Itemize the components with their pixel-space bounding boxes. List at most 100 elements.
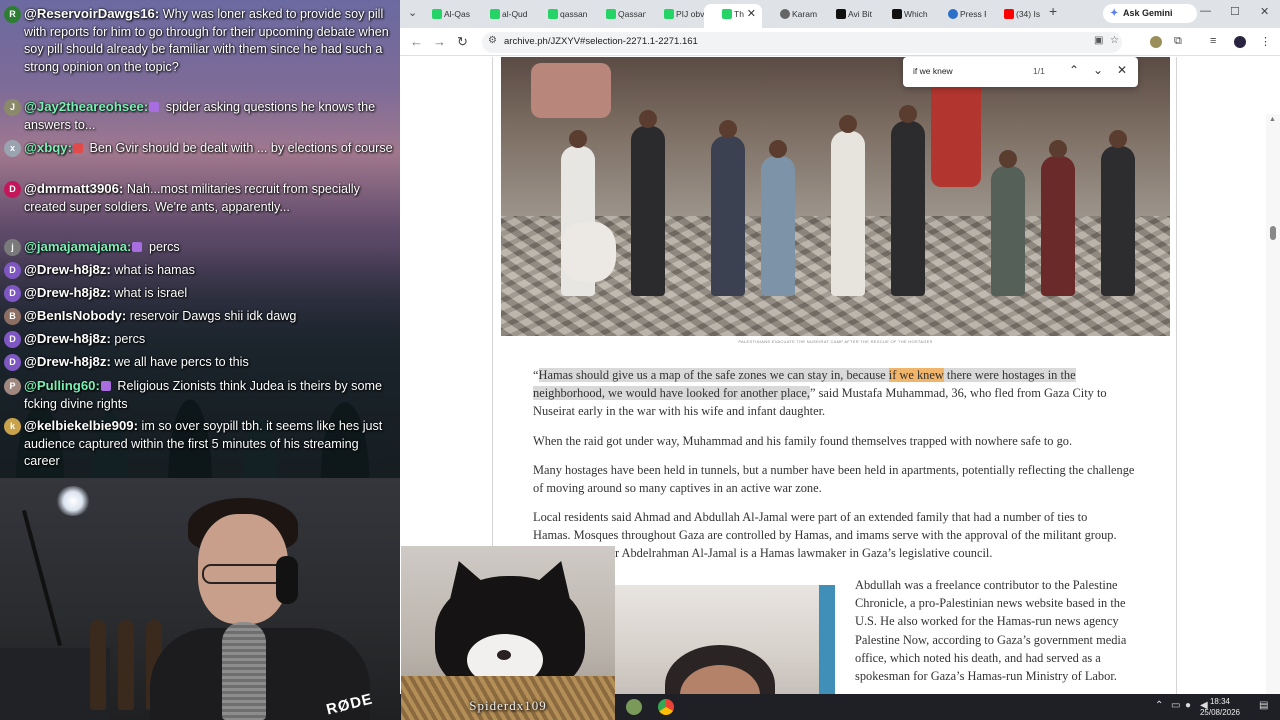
- tab[interactable]: al-Qud: [472, 4, 530, 28]
- tab-active[interactable]: Th ✕: [704, 4, 762, 28]
- app-icon[interactable]: [626, 699, 642, 715]
- profile-avatar[interactable]: [1234, 36, 1246, 48]
- url-bar[interactable]: ⚙ archive.ph/JZXYV#selection-2271.1-2271…: [482, 32, 1122, 53]
- chat-username: @Jay2theareohsee:: [24, 99, 149, 114]
- network-icon[interactable]: ▭: [1171, 700, 1180, 711]
- find-input[interactable]: if we knew: [913, 66, 953, 76]
- tray-chevron-icon[interactable]: ⌃: [1155, 700, 1163, 711]
- close-window-icon[interactable]: ✕: [1260, 5, 1269, 18]
- chrome-icon[interactable]: [658, 699, 674, 715]
- bookmark-star-icon[interactable]: ☆: [1110, 35, 1119, 46]
- chat-text: percs: [114, 332, 146, 346]
- url-text[interactable]: archive.ph/JZXYV#selection-2271.1-2271.1…: [504, 36, 698, 47]
- whatsapp-icon: [432, 9, 442, 19]
- chat-text: what is hamas: [114, 263, 195, 277]
- tab[interactable]: Qassan: [588, 4, 646, 28]
- find-match-highlight[interactable]: if we knew: [888, 368, 944, 382]
- maximize-icon[interactable]: ☐: [1230, 5, 1240, 18]
- lamp-arm: [21, 509, 63, 647]
- chat-username: @Pulling60:: [24, 378, 100, 393]
- avatar: R: [4, 6, 21, 23]
- red-blanket: [931, 77, 981, 187]
- glasses: [202, 564, 286, 584]
- microphone-icon[interactable]: ●: [1185, 700, 1191, 711]
- extension-icon[interactable]: [1150, 36, 1162, 48]
- tab-label: Qassan: [618, 9, 646, 19]
- new-tab-plus-icon[interactable]: +: [1049, 3, 1057, 19]
- notification-icon[interactable]: ▤: [1259, 700, 1268, 711]
- extensions-puzzle-icon[interactable]: ⧉: [1174, 35, 1182, 48]
- back-icon[interactable]: ←: [410, 34, 423, 49]
- tab-label: Avi Bit: [848, 9, 872, 19]
- paragraph-line: Hamas. Mosques throughout Gaza are contr…: [533, 528, 1117, 543]
- person: [761, 140, 795, 296]
- reload-icon[interactable]: ↻: [457, 34, 468, 50]
- avatar: j: [4, 239, 21, 256]
- avatar: J: [4, 99, 21, 116]
- chat-username: @Drew-h8j8z:: [24, 262, 111, 277]
- person: [1101, 130, 1135, 296]
- minimize-icon[interactable]: —: [1200, 5, 1211, 17]
- avatar: P: [4, 378, 21, 395]
- headphones: [276, 556, 298, 604]
- selected-text[interactable]: there were hostages in the: [943, 368, 1076, 382]
- tab-bar: ⌄ Al-Qas al-Qud qassan Qassan PIJ obv Th…: [400, 0, 1280, 28]
- tab-label: al-Qud: [502, 9, 528, 19]
- gemini-sparkle-icon: ✦: [1110, 8, 1119, 19]
- photo-caption: PALESTINIANS EVACUATE THE NUSEIRAT CAMP …: [738, 339, 933, 344]
- tab[interactable]: Which: [874, 4, 930, 28]
- whatsapp-icon: [722, 9, 732, 19]
- tab[interactable]: (34) Is: [986, 4, 1042, 28]
- avatar: D: [4, 285, 21, 302]
- cat-camera-overlay: Spiderdx109: [401, 546, 615, 720]
- find-match-count: 1/1: [1033, 66, 1045, 76]
- avatar: D: [4, 354, 21, 371]
- tab[interactable]: Karam: [762, 4, 818, 28]
- find-in-page-bar: if we knew 1/1 ⌃ ⌄ ✕: [903, 57, 1138, 87]
- chat-message: D @Drew-h8j8z: we all have percs to this: [4, 353, 396, 372]
- whatsapp-icon: [548, 9, 558, 19]
- scrollbar[interactable]: ▲ ▼: [1266, 114, 1280, 694]
- media-controls-icon[interactable]: ≡: [1210, 35, 1216, 47]
- chat-text: what is israel: [114, 286, 188, 300]
- avatar: k: [4, 418, 21, 435]
- open-quote: “: [533, 368, 539, 382]
- clock[interactable]: 18:34 25/08/2026: [1195, 696, 1245, 718]
- menu-kebab-icon[interactable]: ⋮: [1260, 35, 1271, 48]
- site-info-icon[interactable]: ⚙: [488, 35, 497, 46]
- selected-text[interactable]: neighborhood, we would have looked for a…: [533, 386, 810, 401]
- inline-photo: [615, 585, 835, 694]
- youtube-icon: [1004, 9, 1014, 19]
- member-badge-icon: [73, 143, 84, 153]
- person: [711, 120, 745, 296]
- tab[interactable]: Al-Qas: [414, 4, 472, 28]
- quote-paragraph: “Hamas should give us a map of the safe …: [533, 366, 1143, 421]
- person: [631, 110, 665, 296]
- scrollbar-thumb[interactable]: [1270, 226, 1276, 240]
- tab-label: PIJ obv: [676, 9, 704, 19]
- forward-icon[interactable]: →: [433, 34, 446, 49]
- person: [831, 115, 865, 296]
- chat-text: we all have percs to this: [114, 355, 249, 369]
- find-close-icon[interactable]: ✕: [1117, 63, 1127, 77]
- tab[interactable]: PIJ obv: [646, 4, 704, 28]
- lamp-light: [55, 486, 91, 516]
- streamer-webcam: RØDE: [0, 478, 400, 720]
- tab[interactable]: Press R: [930, 4, 986, 28]
- reader-mode-icon[interactable]: ▣: [1094, 35, 1103, 46]
- guitar: [90, 620, 106, 710]
- globe-icon: [780, 9, 790, 19]
- selected-text[interactable]: Hamas should give us a map of the safe z…: [538, 368, 889, 382]
- tab-label: (34) Is: [1016, 9, 1041, 19]
- tab[interactable]: qassan: [530, 4, 588, 28]
- close-tab-icon[interactable]: ✕: [747, 4, 756, 24]
- chat-message: B @BenIsNobody: reservoir Dawgs shii idk…: [4, 307, 396, 326]
- find-next-icon[interactable]: ⌄: [1093, 63, 1103, 77]
- tab[interactable]: Avi Bit: [818, 4, 874, 28]
- ask-gemini-button[interactable]: ✦ Ask Gemini: [1103, 4, 1197, 23]
- chat-text: Ben Gvir should be dealt with ... by ele…: [89, 141, 393, 155]
- paragraph: Many hostages have been held in tunnels,…: [533, 463, 1135, 496]
- find-previous-icon[interactable]: ⌃: [1069, 63, 1079, 77]
- white-sack: [561, 222, 616, 282]
- scroll-up-icon[interactable]: ▲: [1269, 116, 1276, 123]
